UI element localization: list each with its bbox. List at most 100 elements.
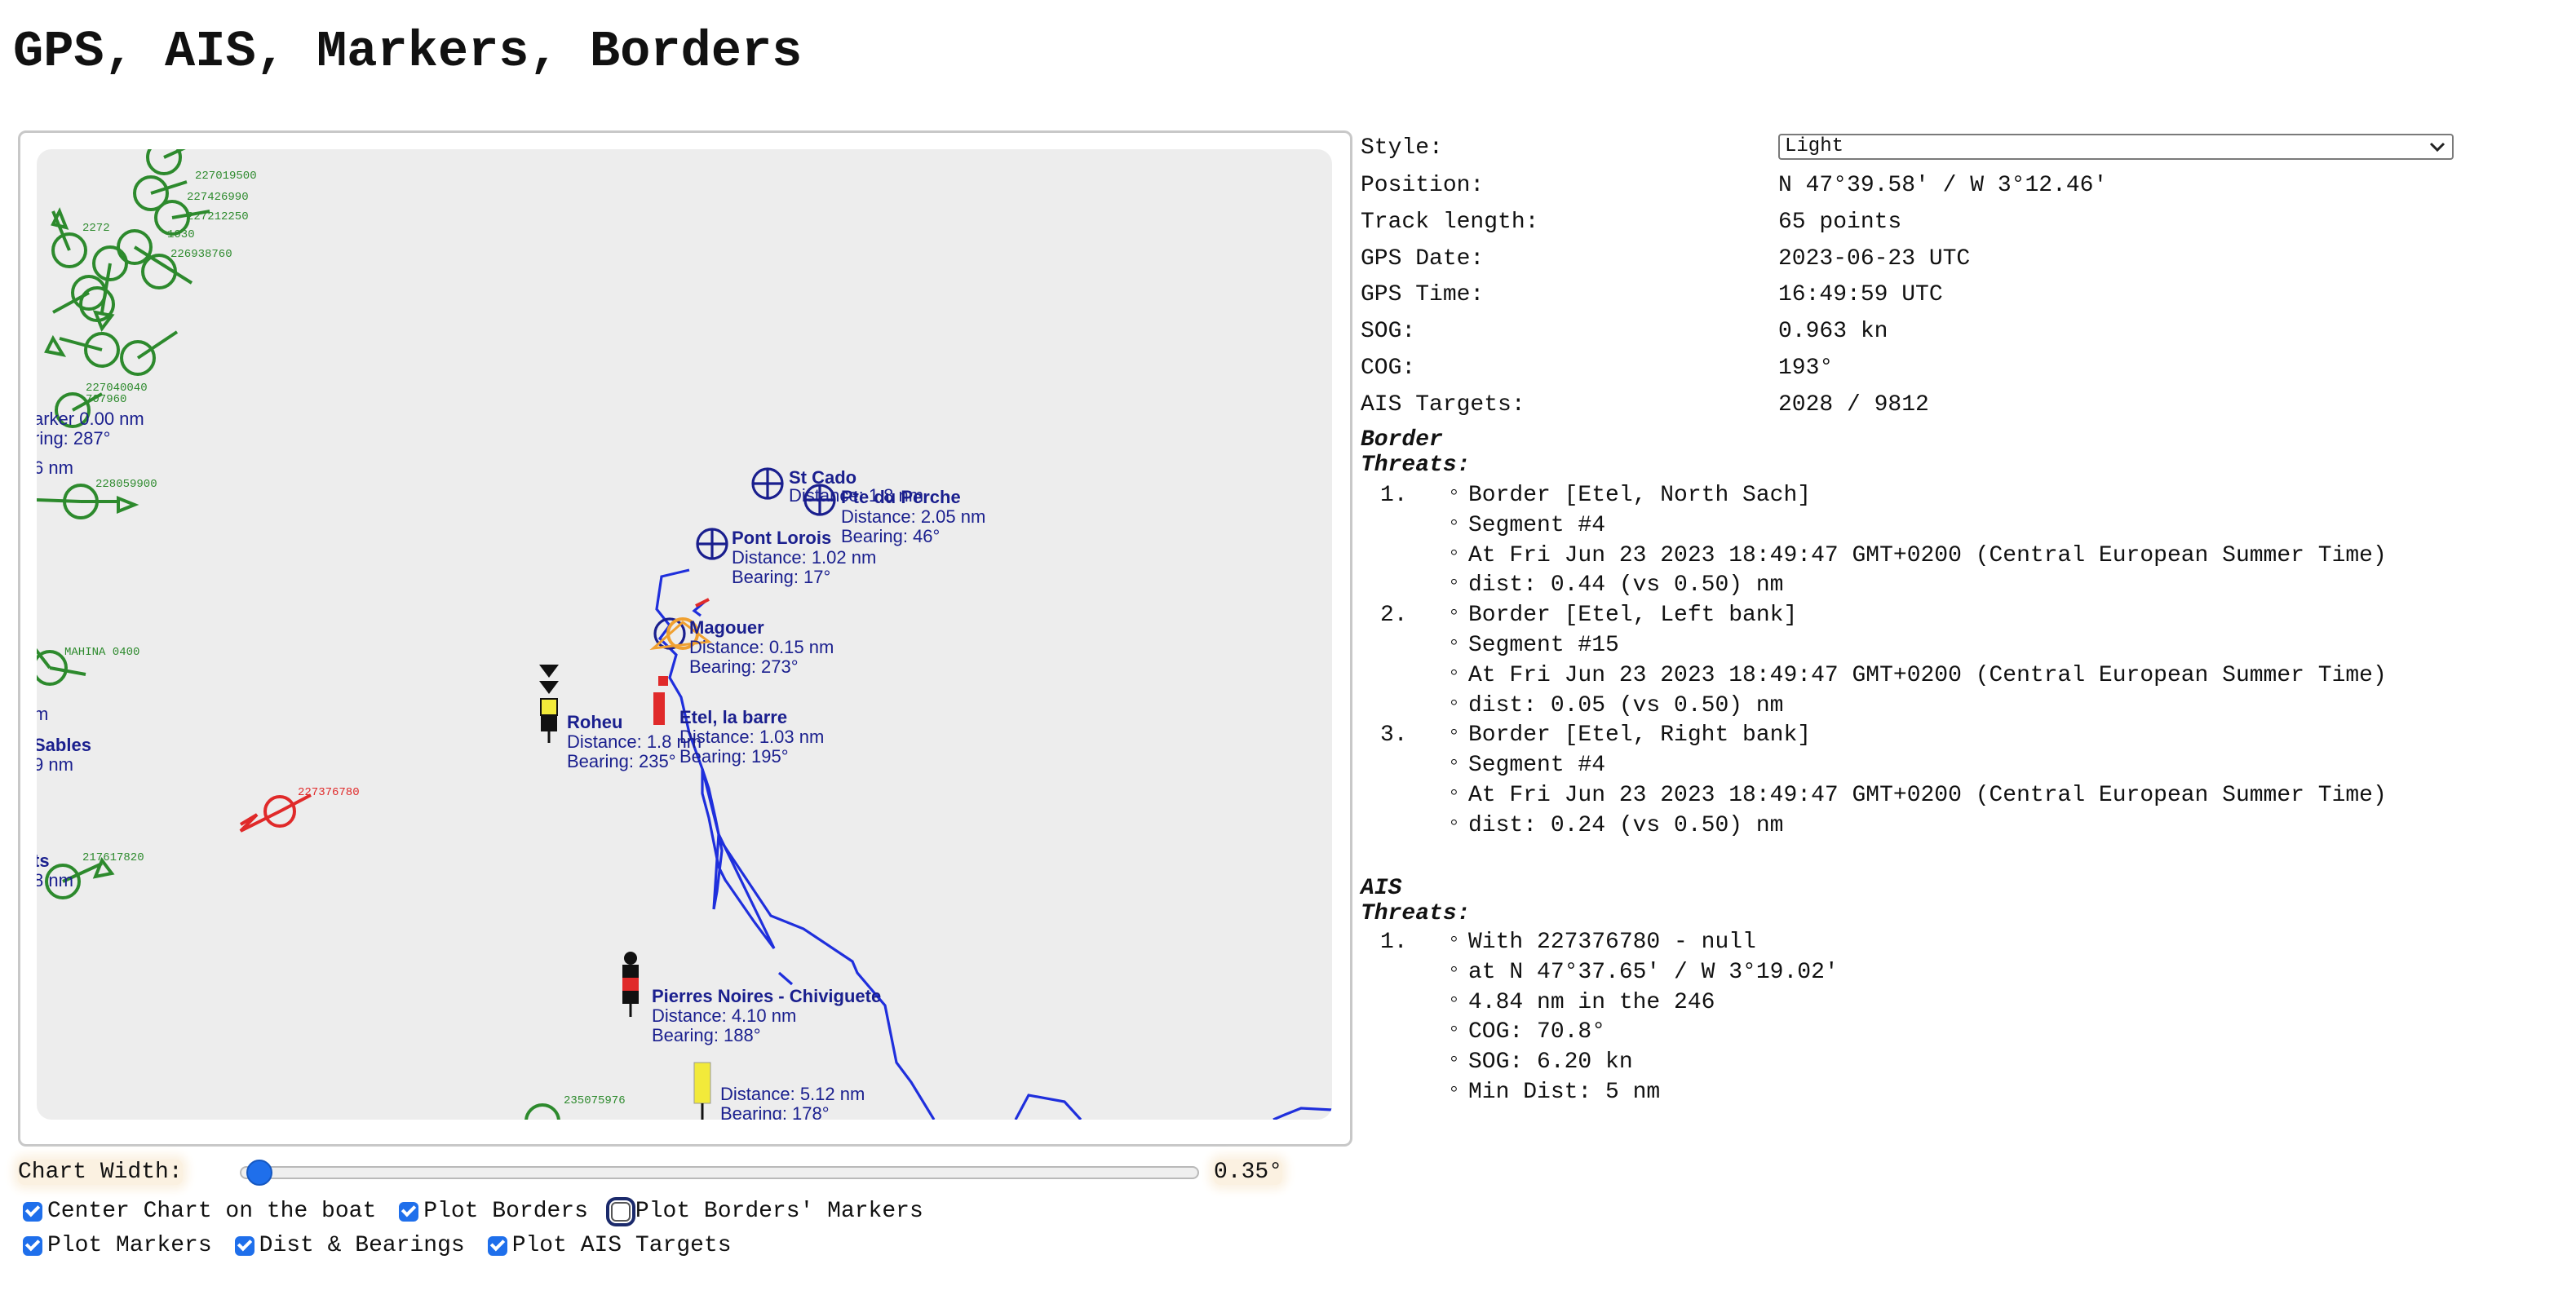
chart-width-slider[interactable] (240, 1160, 1199, 1186)
page-title: GPS, AIS, Markers, Borders (13, 23, 803, 81)
threat-detail: dist: 0.24 (vs 0.50) nm (1447, 811, 1784, 838)
threat-detail: At Fri Jun 23 2023 18:49:47 GMT+0200 (Ce… (1447, 541, 2387, 568)
ais-label: 707960 (86, 393, 126, 406)
beacon-pierres-noires (622, 952, 639, 1017)
threat-number: 3. (1380, 722, 1408, 749)
plot-borders-markers-checkbox[interactable]: Plot Borders' Markers (605, 1196, 923, 1226)
buoy-roheu (539, 665, 559, 743)
marker-name: Magouer (689, 617, 764, 638)
info-key: Track length: (1361, 209, 1539, 235)
marker-bearing: Bearing: 46° (841, 526, 940, 546)
threat-detail: Segment #4 (1447, 511, 1605, 538)
ais-threat-target (239, 793, 312, 833)
ais-label: 217617820 (82, 851, 144, 864)
chart-width-label: Chart Width: (18, 1160, 183, 1185)
ais-label: 228059900 (95, 478, 157, 491)
ais-label: 1030 (167, 228, 195, 241)
chart-width-value: 0.35° (1214, 1160, 1283, 1185)
marker-name: Pte du Perche (841, 487, 961, 507)
chart-frame: 227019500 227426990 227212250 2272 1030 … (18, 130, 1352, 1147)
page: GPS, AIS, Markers, Borders 227019500 227… (0, 0, 2576, 1308)
threat-detail: Border [Etel, North Sach] (1447, 481, 1811, 508)
threat-detail: Border [Etel, Right bank] (1447, 721, 1811, 748)
marker-distance: Distance: 4.10 nm (652, 1005, 796, 1026)
info-marker-etel (653, 676, 668, 725)
threat-detail: Min Dist: 5 nm (1447, 1078, 1660, 1105)
nautical-chart[interactable]: 227019500 227426990 227212250 2272 1030 … (37, 149, 1332, 1120)
info-key: AIS Targets: (1361, 391, 1525, 418)
marker-bearing: Bearing: 188° (652, 1025, 761, 1045)
ais-label: MAHINA 0400 (64, 646, 139, 659)
ais-threat-label: 227376780 (298, 786, 360, 799)
ais-label: 227019500 (195, 170, 257, 183)
threat-detail: COG: 70.8° (1447, 1018, 1605, 1045)
ais-label: 2272 (82, 222, 110, 235)
threat-detail: With 227376780 - null (1447, 928, 1756, 955)
checkbox-box[interactable] (234, 1235, 255, 1256)
checkbox-label: Plot Borders' Markers (635, 1199, 923, 1224)
center-chart-checkbox[interactable]: Center Chart on the boat (23, 1199, 376, 1224)
style-label: Style: (1361, 135, 1443, 161)
info-key: SOG: (1361, 319, 1416, 345)
info-key: GPS Date: (1361, 245, 1485, 272)
threat-number: 2. (1380, 603, 1408, 629)
marker-name: Roheu (567, 712, 622, 732)
edge-label: ring: 287° (37, 428, 110, 449)
buoy-yellow-south (693, 1062, 711, 1120)
checkbox-box[interactable] (399, 1201, 419, 1222)
threat-detail: At Fri Jun 23 2023 18:49:47 GMT+0200 (Ce… (1447, 781, 2387, 808)
edge-label: arker 0.00 nm (37, 409, 144, 429)
info-value: 65 points (1778, 209, 1902, 235)
threat-number: 1. (1380, 930, 1408, 955)
border-threats-title: Border Threats: (1361, 427, 1471, 478)
threat-detail: SOG: 6.20 kn (1447, 1048, 1633, 1075)
checkbox-box[interactable] (23, 1235, 42, 1256)
ais-labels: 227019500 227426990 227212250 2272 1030 … (64, 170, 626, 1107)
threat-detail: dist: 0.44 (vs 0.50) nm (1447, 571, 1784, 598)
plot-borders-checkbox[interactable]: Plot Borders (399, 1199, 588, 1224)
ais-target (524, 1103, 560, 1120)
checkbox-row-1: Center Chart on the boat Plot Borders Pl… (23, 1196, 946, 1226)
marker-name: Pierres Noires - Chiviguete (652, 986, 881, 1006)
marker-bearing: Bearing: 235° (567, 751, 676, 771)
marker-bearing: Bearing: 273° (689, 656, 799, 677)
threat-detail: dist: 0.05 (vs 0.50) nm (1447, 692, 1784, 718)
border-right-bank (701, 768, 776, 949)
checkbox-label: Center Chart on the boat (47, 1199, 377, 1224)
marker-bearing: Bearing: 195° (679, 746, 789, 767)
marker-name: Etel, la barre (679, 707, 787, 727)
marker-distance: Distance: 2.05 nm (841, 506, 985, 527)
checkbox-label: Plot Borders (423, 1199, 588, 1224)
threat-detail: Border [Etel, Left bank] (1447, 601, 1797, 628)
plot-ais-targets-checkbox[interactable]: Plot AIS Targets (487, 1233, 732, 1258)
border-segment (1014, 1094, 1082, 1120)
edge-label: 6 nm (37, 457, 73, 478)
chart-width-control: Chart Width: 0.35° (18, 1155, 1307, 1191)
threat-detail: Segment #15 (1447, 631, 1619, 658)
threat-detail: 4.84 nm in the 246 (1447, 988, 1715, 1015)
marker-bearing: Bearing: 178° (720, 1103, 830, 1120)
threat-detail: Segment #4 (1447, 751, 1605, 778)
border-north-sach (720, 842, 936, 1120)
checkbox-box[interactable] (605, 1196, 635, 1226)
checkbox-box[interactable] (487, 1235, 507, 1256)
style-select-value: Light (1785, 135, 1844, 157)
checkbox-row-2: Plot Markers Dist & Bearings Plot AIS Ta… (23, 1233, 755, 1258)
checkbox-box[interactable] (23, 1201, 42, 1222)
info-value: 193° (1778, 356, 1834, 381)
edge-label: 8 nm (37, 870, 73, 890)
info-key: COG: (1361, 356, 1416, 381)
style-select[interactable]: Light (1778, 134, 2454, 160)
info-value: 2023-06-23 UTC (1778, 245, 1971, 272)
chart-canvas[interactable]: 227019500 227426990 227212250 2272 1030 … (37, 149, 1332, 1120)
marker-name: Pont Lorois (732, 528, 831, 548)
marker-bearing: Bearing: 17° (732, 567, 830, 587)
info-value: 0.963 kn (1778, 319, 1888, 345)
threat-number: 1. (1380, 483, 1408, 508)
plot-markers-checkbox[interactable]: Plot Markers (23, 1233, 212, 1258)
slider-thumb[interactable] (246, 1160, 272, 1186)
dist-bearings-checkbox[interactable]: Dist & Bearings (234, 1233, 465, 1258)
ais-label: 227212250 (187, 210, 249, 223)
info-value: N 47°39.58' / W 3°12.46' (1778, 173, 2108, 198)
edge-label: ts (37, 851, 50, 871)
